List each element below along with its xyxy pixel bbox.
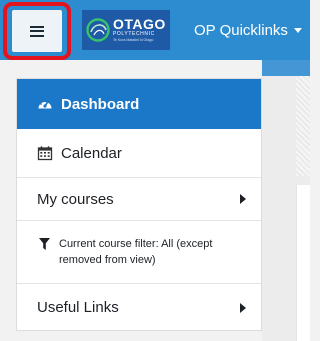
top-navbar: OTAGO POLYTECHNIC Te Kura Matatini ki Ot…: [0, 0, 310, 60]
nav-item-calendar[interactable]: Calendar: [17, 129, 261, 178]
otago-polytechnic-logo[interactable]: OTAGO POLYTECHNIC Te Kura Matatini ki Ot…: [82, 10, 170, 50]
hamburger-icon: [30, 25, 44, 37]
page-content-background: [262, 60, 310, 341]
content-card: [296, 185, 310, 341]
logo-subtitle: POLYTECHNIC: [113, 31, 155, 38]
chevron-right-icon: [240, 302, 246, 313]
nav-label-calendar: Calendar: [61, 144, 122, 162]
nav-label-dashboard: Dashboard: [61, 95, 140, 113]
nav-item-my-courses[interactable]: My courses: [17, 178, 261, 221]
op-quicklinks-dropdown[interactable]: OP Quicklinks: [194, 20, 302, 40]
logo-title: OTAGO: [113, 16, 166, 33]
nav-item-course-filter[interactable]: Current course filter: All (except remov…: [17, 221, 261, 284]
nav-label-my-courses: My courses: [37, 190, 114, 208]
logo-tagline: Te Kura Matatini ki Otago: [113, 38, 154, 43]
logo-swirl-icon: [86, 18, 110, 42]
nav-item-dashboard[interactable]: Dashboard: [17, 79, 261, 129]
page-header-band: [262, 60, 310, 76]
quicklinks-label: OP Quicklinks: [194, 21, 288, 39]
nav-label-course-filter: Current course filter: All (except remov…: [59, 238, 213, 266]
nav-label-useful-links: Useful Links: [37, 299, 119, 316]
dashboard-gauge-icon: [38, 99, 52, 109]
caret-down-icon: [293, 27, 302, 33]
nav-drawer: Dashboard Calendar My courses Current co…: [16, 78, 262, 331]
header-image: [296, 76, 310, 176]
chevron-right-icon: [240, 194, 246, 204]
nav-item-useful-links[interactable]: Useful Links: [17, 284, 261, 331]
menu-button-highlight[interactable]: [3, 2, 71, 60]
menu-toggle-button[interactable]: [12, 10, 62, 52]
filter-icon: [39, 238, 50, 250]
calendar-icon: [37, 146, 53, 161]
